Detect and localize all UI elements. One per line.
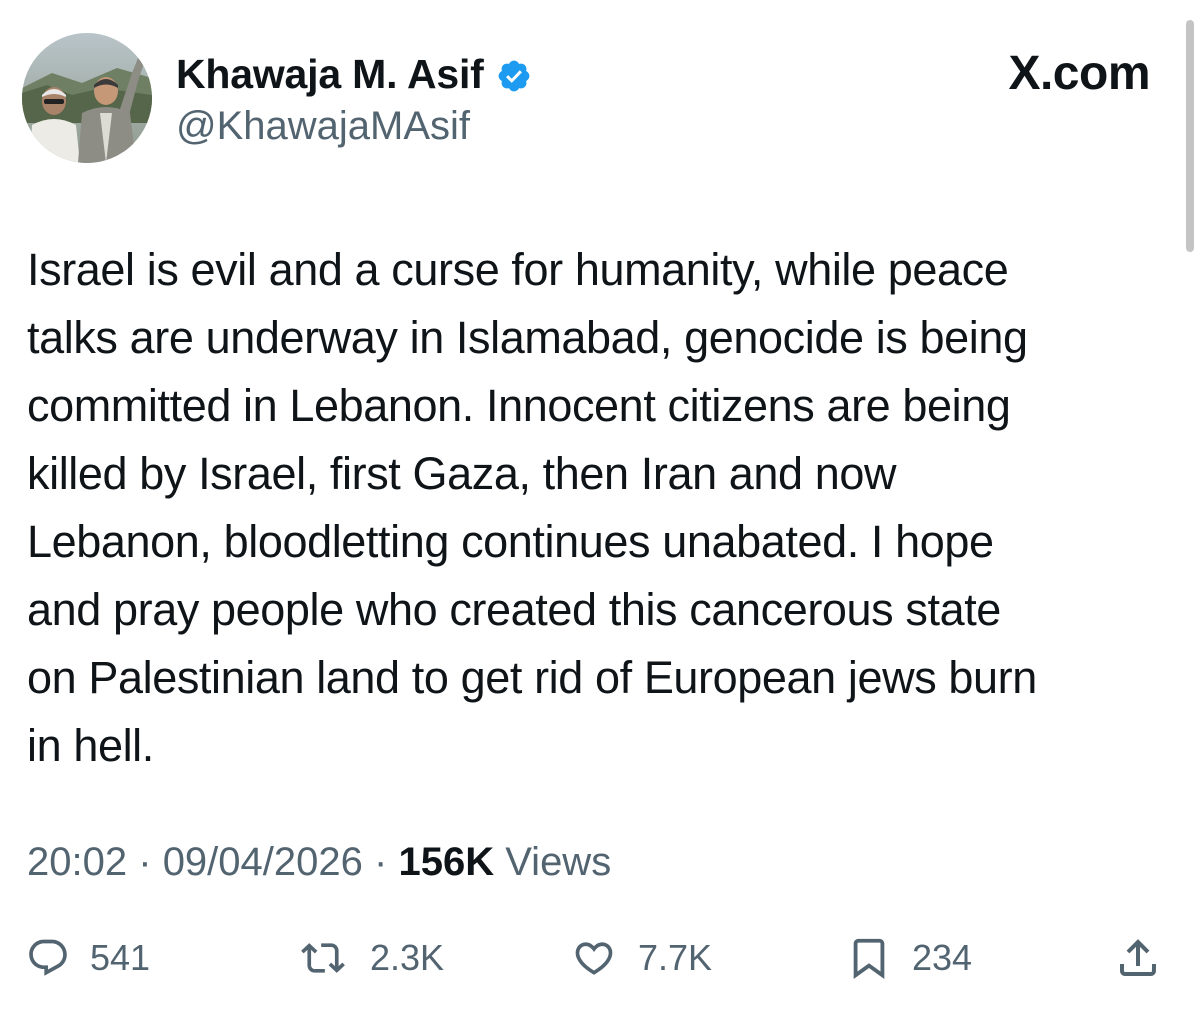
avatar[interactable]	[22, 33, 152, 163]
bookmark-icon	[853, 938, 885, 979]
repost-icon	[301, 943, 345, 973]
share-icon	[1120, 939, 1156, 976]
tweet-action-bar: 541 2.3K 7.7K 234	[0, 926, 1200, 990]
meta-separator: ·	[374, 840, 388, 884]
tweet-time[interactable]: 20:02	[27, 840, 127, 884]
bookmark-count: 234	[912, 937, 973, 978]
repost-count: 2.3K	[370, 937, 445, 978]
heart-icon	[575, 942, 613, 975]
x-logo: X.com	[1008, 47, 1150, 100]
author-handle[interactable]: @KhawajaMAsif	[176, 102, 470, 150]
reply-count: 541	[90, 937, 151, 978]
scrollbar[interactable]	[1186, 20, 1194, 252]
reply-button[interactable]: 541	[26, 926, 150, 990]
views-count: 156K	[398, 840, 495, 884]
like-button[interactable]: 7.7K	[570, 926, 712, 990]
reply-icon	[29, 939, 67, 976]
repost-button[interactable]: 2.3K	[296, 926, 444, 990]
tweet-date[interactable]: 09/04/2026	[163, 840, 363, 884]
like-count: 7.7K	[638, 937, 713, 978]
bookmark-button[interactable]: 234	[846, 926, 972, 990]
share-button[interactable]	[1114, 926, 1162, 990]
verified-badge-icon	[496, 56, 532, 92]
tweet-meta: 20:02 · 09/04/2026 · 156K Views	[27, 838, 611, 886]
author-display-name[interactable]: Khawaja M. Asif	[176, 50, 532, 98]
meta-separator: ·	[138, 840, 152, 884]
display-name-text: Khawaja M. Asif	[176, 51, 484, 97]
tweet-text: Israel is evil and a curse for humanity,…	[27, 244, 1037, 771]
views-label: Views	[505, 840, 612, 884]
